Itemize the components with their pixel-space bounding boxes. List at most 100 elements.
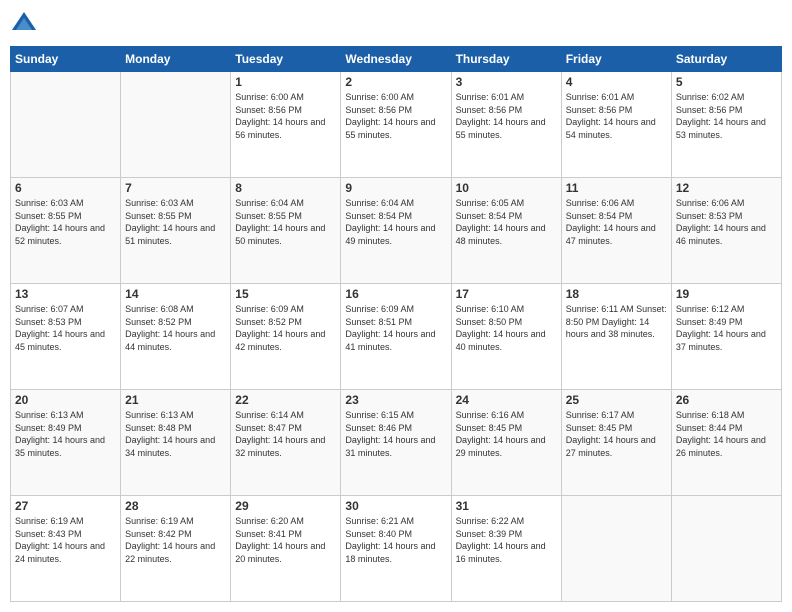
calendar-cell: 10 Sunrise: 6:05 AM Sunset: 8:54 PM Dayli… <box>451 178 561 284</box>
calendar-table: SundayMondayTuesdayWednesdayThursdayFrid… <box>10 46 782 602</box>
calendar-cell: 28 Sunrise: 6:19 AM Sunset: 8:42 PM Dayli… <box>121 496 231 602</box>
day-number: 4 <box>566 75 667 89</box>
day-info: Sunrise: 6:11 AM Sunset: 8:50 PM Dayligh… <box>566 303 667 341</box>
day-info: Sunrise: 6:04 AM Sunset: 8:55 PM Dayligh… <box>235 197 336 247</box>
calendar-cell: 17Sunrise: 6:10 AM Sunset: 8:50 PM Dayli… <box>451 284 561 390</box>
day-number: 9 <box>345 181 446 195</box>
logo-icon <box>10 10 38 38</box>
day-number: 28 <box>125 499 226 513</box>
calendar-cell <box>671 496 781 602</box>
calendar-cell <box>561 496 671 602</box>
day-number: 19 <box>676 287 777 301</box>
day-number: 2 <box>345 75 446 89</box>
calendar-cell: 2Sunrise: 6:00 AM Sunset: 8:56 PM Daylig… <box>341 72 451 178</box>
calendar-week-row: 6Sunrise: 6:03 AM Sunset: 8:55 PM Daylig… <box>11 178 782 284</box>
calendar-day-header: Friday <box>561 47 671 72</box>
day-info: Sunrise: 6:19 AM Sunset: 8:42 PM Dayligh… <box>125 515 226 565</box>
calendar-day-header: Monday <box>121 47 231 72</box>
calendar-cell: 20 Sunrise: 6:13 AM Sunset: 8:49 PM Dayli… <box>11 390 121 496</box>
calendar-cell: 25Sunrise: 6:17 AM Sunset: 8:45 PM Dayli… <box>561 390 671 496</box>
calendar-cell: 9Sunrise: 6:04 AM Sunset: 8:54 PM Daylig… <box>341 178 451 284</box>
calendar-cell: 11 Sunrise: 6:06 AM Sunset: 8:54 PM Dayli… <box>561 178 671 284</box>
day-number: 7 <box>125 181 226 195</box>
calendar-week-row: 27 Sunrise: 6:19 AM Sunset: 8:43 PM Dayli… <box>11 496 782 602</box>
calendar-cell: 30Sunrise: 6:21 AM Sunset: 8:40 PM Dayli… <box>341 496 451 602</box>
header <box>10 10 782 38</box>
calendar-day-header: Thursday <box>451 47 561 72</box>
day-number: 31 <box>456 499 557 513</box>
day-number: 20 <box>15 393 116 407</box>
day-number: 23 <box>345 393 446 407</box>
day-info: Sunrise: 6:05 AM Sunset: 8:54 PM Dayligh… <box>456 197 557 247</box>
day-info: Sunrise: 6:08 AM Sunset: 8:52 PM Dayligh… <box>125 303 226 353</box>
calendar-week-row: 1 Sunrise: 6:00 AM Sunset: 8:56 PM Daylig… <box>11 72 782 178</box>
day-number: 5 <box>676 75 777 89</box>
day-info: Sunrise: 6:03 AM Sunset: 8:55 PM Dayligh… <box>125 197 226 247</box>
day-number: 3 <box>456 75 557 89</box>
calendar-cell: 24Sunrise: 6:16 AM Sunset: 8:45 PM Dayli… <box>451 390 561 496</box>
day-number: 16 <box>345 287 446 301</box>
calendar-cell: 31 Sunrise: 6:22 AM Sunset: 8:39 PM Dayli… <box>451 496 561 602</box>
calendar-cell: 6Sunrise: 6:03 AM Sunset: 8:55 PM Daylig… <box>11 178 121 284</box>
day-info: Sunrise: 6:01 AM Sunset: 8:56 PM Dayligh… <box>566 91 667 141</box>
calendar-cell: 22 Sunrise: 6:14 AM Sunset: 8:47 PM Dayli… <box>231 390 341 496</box>
calendar-day-header: Saturday <box>671 47 781 72</box>
calendar-day-header: Tuesday <box>231 47 341 72</box>
day-info: Sunrise: 6:19 AM Sunset: 8:43 PM Dayligh… <box>15 515 116 565</box>
day-number: 21 <box>125 393 226 407</box>
calendar-day-header: Wednesday <box>341 47 451 72</box>
day-info: Sunrise: 6:21 AM Sunset: 8:40 PM Dayligh… <box>345 515 446 565</box>
day-info: Sunrise: 6:00 AM Sunset: 8:56 PM Dayligh… <box>235 91 336 141</box>
calendar-cell: 1 Sunrise: 6:00 AM Sunset: 8:56 PM Daylig… <box>231 72 341 178</box>
day-number: 1 <box>235 75 336 89</box>
day-number: 24 <box>456 393 557 407</box>
day-number: 26 <box>676 393 777 407</box>
day-info: Sunrise: 6:06 AM Sunset: 8:54 PM Dayligh… <box>566 197 667 247</box>
calendar-cell: 8 Sunrise: 6:04 AM Sunset: 8:55 PM Daylig… <box>231 178 341 284</box>
day-info: Sunrise: 6:13 AM Sunset: 8:49 PM Dayligh… <box>15 409 116 459</box>
calendar-cell: 26 Sunrise: 6:18 AM Sunset: 8:44 PM Dayli… <box>671 390 781 496</box>
day-number: 14 <box>125 287 226 301</box>
day-number: 15 <box>235 287 336 301</box>
day-number: 12 <box>676 181 777 195</box>
day-number: 29 <box>235 499 336 513</box>
day-info: Sunrise: 6:13 AM Sunset: 8:48 PM Dayligh… <box>125 409 226 459</box>
calendar-cell: 19 Sunrise: 6:12 AM Sunset: 8:49 PM Dayli… <box>671 284 781 390</box>
calendar-week-row: 20 Sunrise: 6:13 AM Sunset: 8:49 PM Dayli… <box>11 390 782 496</box>
day-info: Sunrise: 6:12 AM Sunset: 8:49 PM Dayligh… <box>676 303 777 353</box>
calendar-cell: 14 Sunrise: 6:08 AM Sunset: 8:52 PM Dayli… <box>121 284 231 390</box>
calendar-header-row: SundayMondayTuesdayWednesdayThursdayFrid… <box>11 47 782 72</box>
calendar-cell <box>121 72 231 178</box>
day-number: 8 <box>235 181 336 195</box>
calendar-cell: 12 Sunrise: 6:06 AM Sunset: 8:53 PM Dayli… <box>671 178 781 284</box>
calendar-cell: 7 Sunrise: 6:03 AM Sunset: 8:55 PM Daylig… <box>121 178 231 284</box>
day-number: 22 <box>235 393 336 407</box>
day-info: Sunrise: 6:14 AM Sunset: 8:47 PM Dayligh… <box>235 409 336 459</box>
day-info: Sunrise: 6:03 AM Sunset: 8:55 PM Dayligh… <box>15 197 116 247</box>
day-info: Sunrise: 6:06 AM Sunset: 8:53 PM Dayligh… <box>676 197 777 247</box>
calendar-cell: 3Sunrise: 6:01 AM Sunset: 8:56 PM Daylig… <box>451 72 561 178</box>
day-info: Sunrise: 6:20 AM Sunset: 8:41 PM Dayligh… <box>235 515 336 565</box>
day-info: Sunrise: 6:17 AM Sunset: 8:45 PM Dayligh… <box>566 409 667 459</box>
day-info: Sunrise: 6:22 AM Sunset: 8:39 PM Dayligh… <box>456 515 557 565</box>
page: SundayMondayTuesdayWednesdayThursdayFrid… <box>0 0 792 612</box>
day-number: 17 <box>456 287 557 301</box>
day-number: 10 <box>456 181 557 195</box>
day-info: Sunrise: 6:02 AM Sunset: 8:56 PM Dayligh… <box>676 91 777 141</box>
calendar-cell: 13Sunrise: 6:07 AM Sunset: 8:53 PM Dayli… <box>11 284 121 390</box>
day-info: Sunrise: 6:09 AM Sunset: 8:51 PM Dayligh… <box>345 303 446 353</box>
calendar-cell: 15 Sunrise: 6:09 AM Sunset: 8:52 PM Dayli… <box>231 284 341 390</box>
day-number: 27 <box>15 499 116 513</box>
calendar-cell: 18Sunrise: 6:11 AM Sunset: 8:50 PM Dayli… <box>561 284 671 390</box>
day-number: 11 <box>566 181 667 195</box>
calendar-week-row: 13Sunrise: 6:07 AM Sunset: 8:53 PM Dayli… <box>11 284 782 390</box>
day-info: Sunrise: 6:07 AM Sunset: 8:53 PM Dayligh… <box>15 303 116 353</box>
day-info: Sunrise: 6:18 AM Sunset: 8:44 PM Dayligh… <box>676 409 777 459</box>
calendar-cell: 4 Sunrise: 6:01 AM Sunset: 8:56 PM Daylig… <box>561 72 671 178</box>
calendar-cell: 23Sunrise: 6:15 AM Sunset: 8:46 PM Dayli… <box>341 390 451 496</box>
day-info: Sunrise: 6:09 AM Sunset: 8:52 PM Dayligh… <box>235 303 336 353</box>
calendar-day-header: Sunday <box>11 47 121 72</box>
calendar-cell <box>11 72 121 178</box>
calendar-cell: 16 Sunrise: 6:09 AM Sunset: 8:51 PM Dayli… <box>341 284 451 390</box>
calendar-cell: 5 Sunrise: 6:02 AM Sunset: 8:56 PM Daylig… <box>671 72 781 178</box>
